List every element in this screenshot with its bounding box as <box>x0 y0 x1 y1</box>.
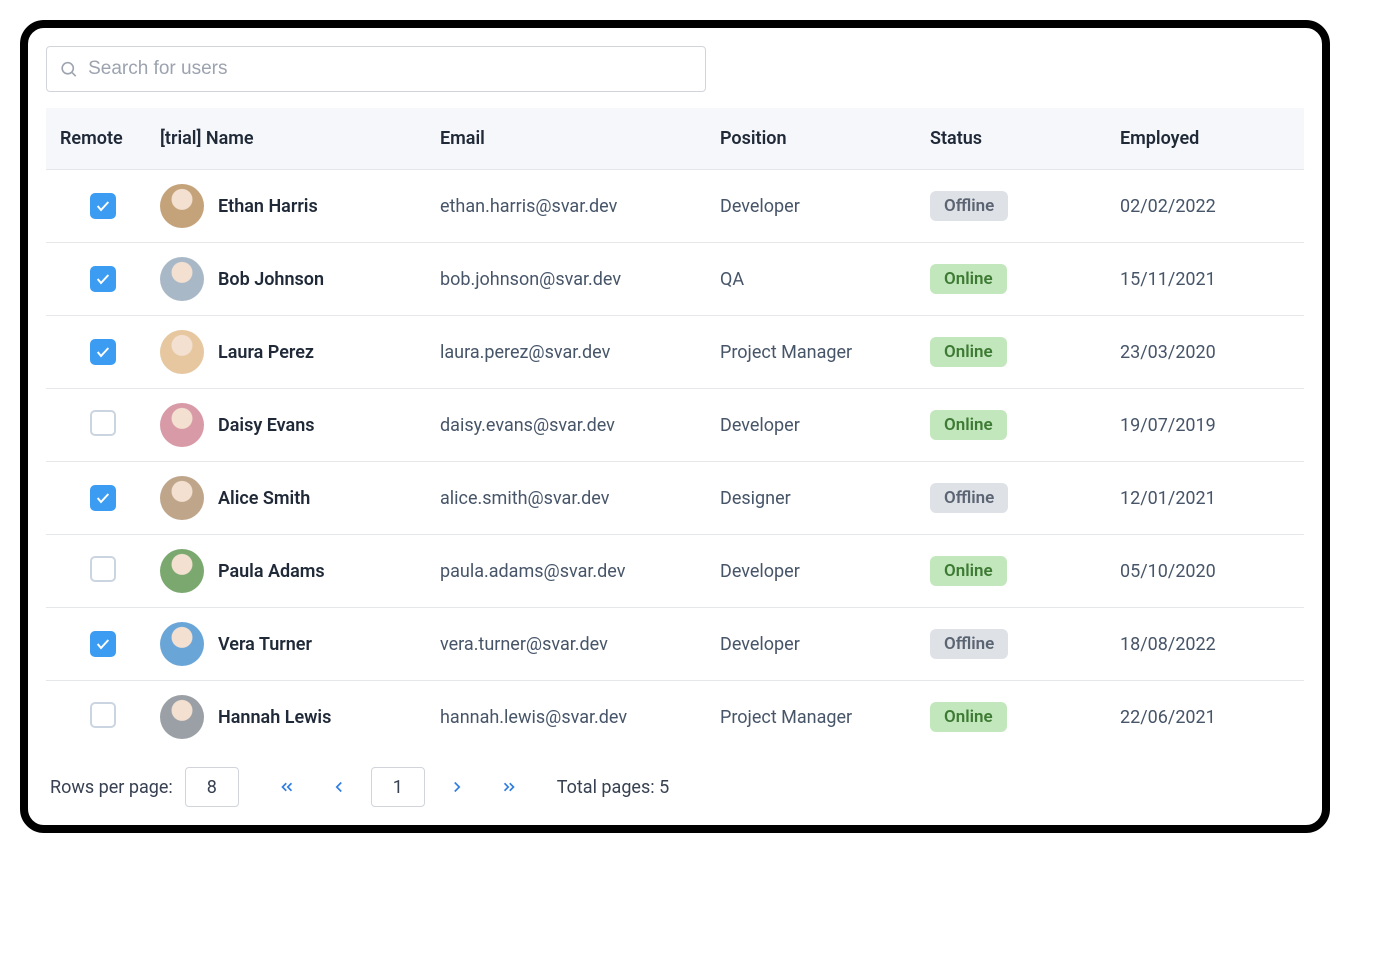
table-row[interactable]: Daisy Evans daisy.evans@svar.devDeveloper… <box>46 389 1304 462</box>
user-employed: 05/10/2020 <box>1106 535 1304 608</box>
first-page-button[interactable] <box>267 767 307 807</box>
column-header-status[interactable]: Status <box>916 108 1106 170</box>
status-badge: Online <box>930 556 1007 586</box>
prev-page-button[interactable] <box>319 767 359 807</box>
user-name: Laura Perez <box>218 342 314 363</box>
check-icon <box>95 271 111 287</box>
check-icon <box>95 198 111 214</box>
status-badge: Online <box>930 702 1007 732</box>
user-name: Paula Adams <box>218 561 325 582</box>
last-page-button[interactable] <box>489 767 529 807</box>
remote-checkbox[interactable] <box>90 266 116 292</box>
rows-per-page-label: Rows per page: <box>50 777 173 798</box>
status-badge: Online <box>930 264 1007 294</box>
table-row[interactable]: Alice Smith alice.smith@svar.devDesigner O… <box>46 462 1304 535</box>
remote-checkbox[interactable] <box>90 193 116 219</box>
user-email: hannah.lewis@svar.dev <box>426 681 706 754</box>
check-icon <box>95 490 111 506</box>
next-page-button[interactable] <box>437 767 477 807</box>
remote-checkbox[interactable] <box>90 410 116 436</box>
user-employed: 15/11/2021 <box>1106 243 1304 316</box>
user-position: Developer <box>706 535 916 608</box>
status-badge: Online <box>930 337 1007 367</box>
chevrons-left-icon <box>278 778 296 796</box>
user-email: laura.perez@svar.dev <box>426 316 706 389</box>
column-header-email[interactable]: Email <box>426 108 706 170</box>
status-badge: Online <box>930 410 1007 440</box>
user-position: QA <box>706 243 916 316</box>
user-position: Designer <box>706 462 916 535</box>
pagination: Rows per page: 8 1 Total pages: 5 <box>46 753 1304 815</box>
user-email: vera.turner@svar.dev <box>426 608 706 681</box>
users-table: Remote [trial] Name Email Position Statu… <box>46 108 1304 753</box>
remote-checkbox[interactable] <box>90 485 116 511</box>
avatar <box>160 695 204 739</box>
user-email: paula.adams@svar.dev <box>426 535 706 608</box>
app-frame: Remote [trial] Name Email Position Statu… <box>20 20 1330 833</box>
user-employed: 19/07/2019 <box>1106 389 1304 462</box>
status-badge: Offline <box>930 191 1008 221</box>
user-employed: 22/06/2021 <box>1106 681 1304 754</box>
user-email: bob.johnson@svar.dev <box>426 243 706 316</box>
avatar <box>160 257 204 301</box>
remote-checkbox[interactable] <box>90 702 116 728</box>
column-header-remote[interactable]: Remote <box>46 108 146 170</box>
table-row[interactable]: Laura Perez laura.perez@svar.devProject M… <box>46 316 1304 389</box>
table-row[interactable]: Hannah Lewis hannah.lewis@svar.devProject… <box>46 681 1304 754</box>
user-employed: 12/01/2021 <box>1106 462 1304 535</box>
user-position: Developer <box>706 608 916 681</box>
search-icon <box>59 59 78 79</box>
column-header-name[interactable]: [trial] Name <box>146 108 426 170</box>
user-position: Developer <box>706 389 916 462</box>
user-name: Bob Johnson <box>218 269 324 290</box>
user-position: Project Manager <box>706 316 916 389</box>
user-position: Project Manager <box>706 681 916 754</box>
remote-checkbox[interactable] <box>90 339 116 365</box>
avatar <box>160 403 204 447</box>
user-name: Hannah Lewis <box>218 707 331 728</box>
remote-checkbox[interactable] <box>90 556 116 582</box>
user-name: Daisy Evans <box>218 415 315 436</box>
user-name: Alice Smith <box>218 488 310 509</box>
user-email: alice.smith@svar.dev <box>426 462 706 535</box>
user-employed: 18/08/2022 <box>1106 608 1304 681</box>
status-badge: Offline <box>930 629 1008 659</box>
search-input[interactable] <box>88 58 693 80</box>
chevron-right-icon <box>448 778 466 796</box>
status-badge: Offline <box>930 483 1008 513</box>
table-row[interactable]: Ethan Harris ethan.harris@svar.devDevelop… <box>46 170 1304 243</box>
chevron-left-icon <box>330 778 348 796</box>
column-header-position[interactable]: Position <box>706 108 916 170</box>
remote-checkbox[interactable] <box>90 631 116 657</box>
search-container <box>46 46 706 92</box>
avatar <box>160 549 204 593</box>
user-position: Developer <box>706 170 916 243</box>
user-employed: 23/03/2020 <box>1106 316 1304 389</box>
avatar <box>160 476 204 520</box>
avatar <box>160 330 204 374</box>
table-row[interactable]: Bob Johnson bob.johnson@svar.devQA Online 1… <box>46 243 1304 316</box>
check-icon <box>95 636 111 652</box>
user-email: ethan.harris@svar.dev <box>426 170 706 243</box>
table-row[interactable]: Paula Adams paula.adams@svar.devDeveloper… <box>46 535 1304 608</box>
check-icon <box>95 344 111 360</box>
user-email: daisy.evans@svar.dev <box>426 389 706 462</box>
rows-per-page-input[interactable]: 8 <box>185 767 239 807</box>
table-row[interactable]: Vera Turner vera.turner@svar.devDeveloper… <box>46 608 1304 681</box>
user-name: Ethan Harris <box>218 196 318 217</box>
current-page-input[interactable]: 1 <box>371 767 425 807</box>
avatar <box>160 622 204 666</box>
chevrons-right-icon <box>500 778 518 796</box>
user-employed: 02/02/2022 <box>1106 170 1304 243</box>
column-header-employed[interactable]: Employed <box>1106 108 1304 170</box>
total-pages-label: Total pages: 5 <box>557 777 669 798</box>
avatar <box>160 184 204 228</box>
user-name: Vera Turner <box>218 634 312 655</box>
